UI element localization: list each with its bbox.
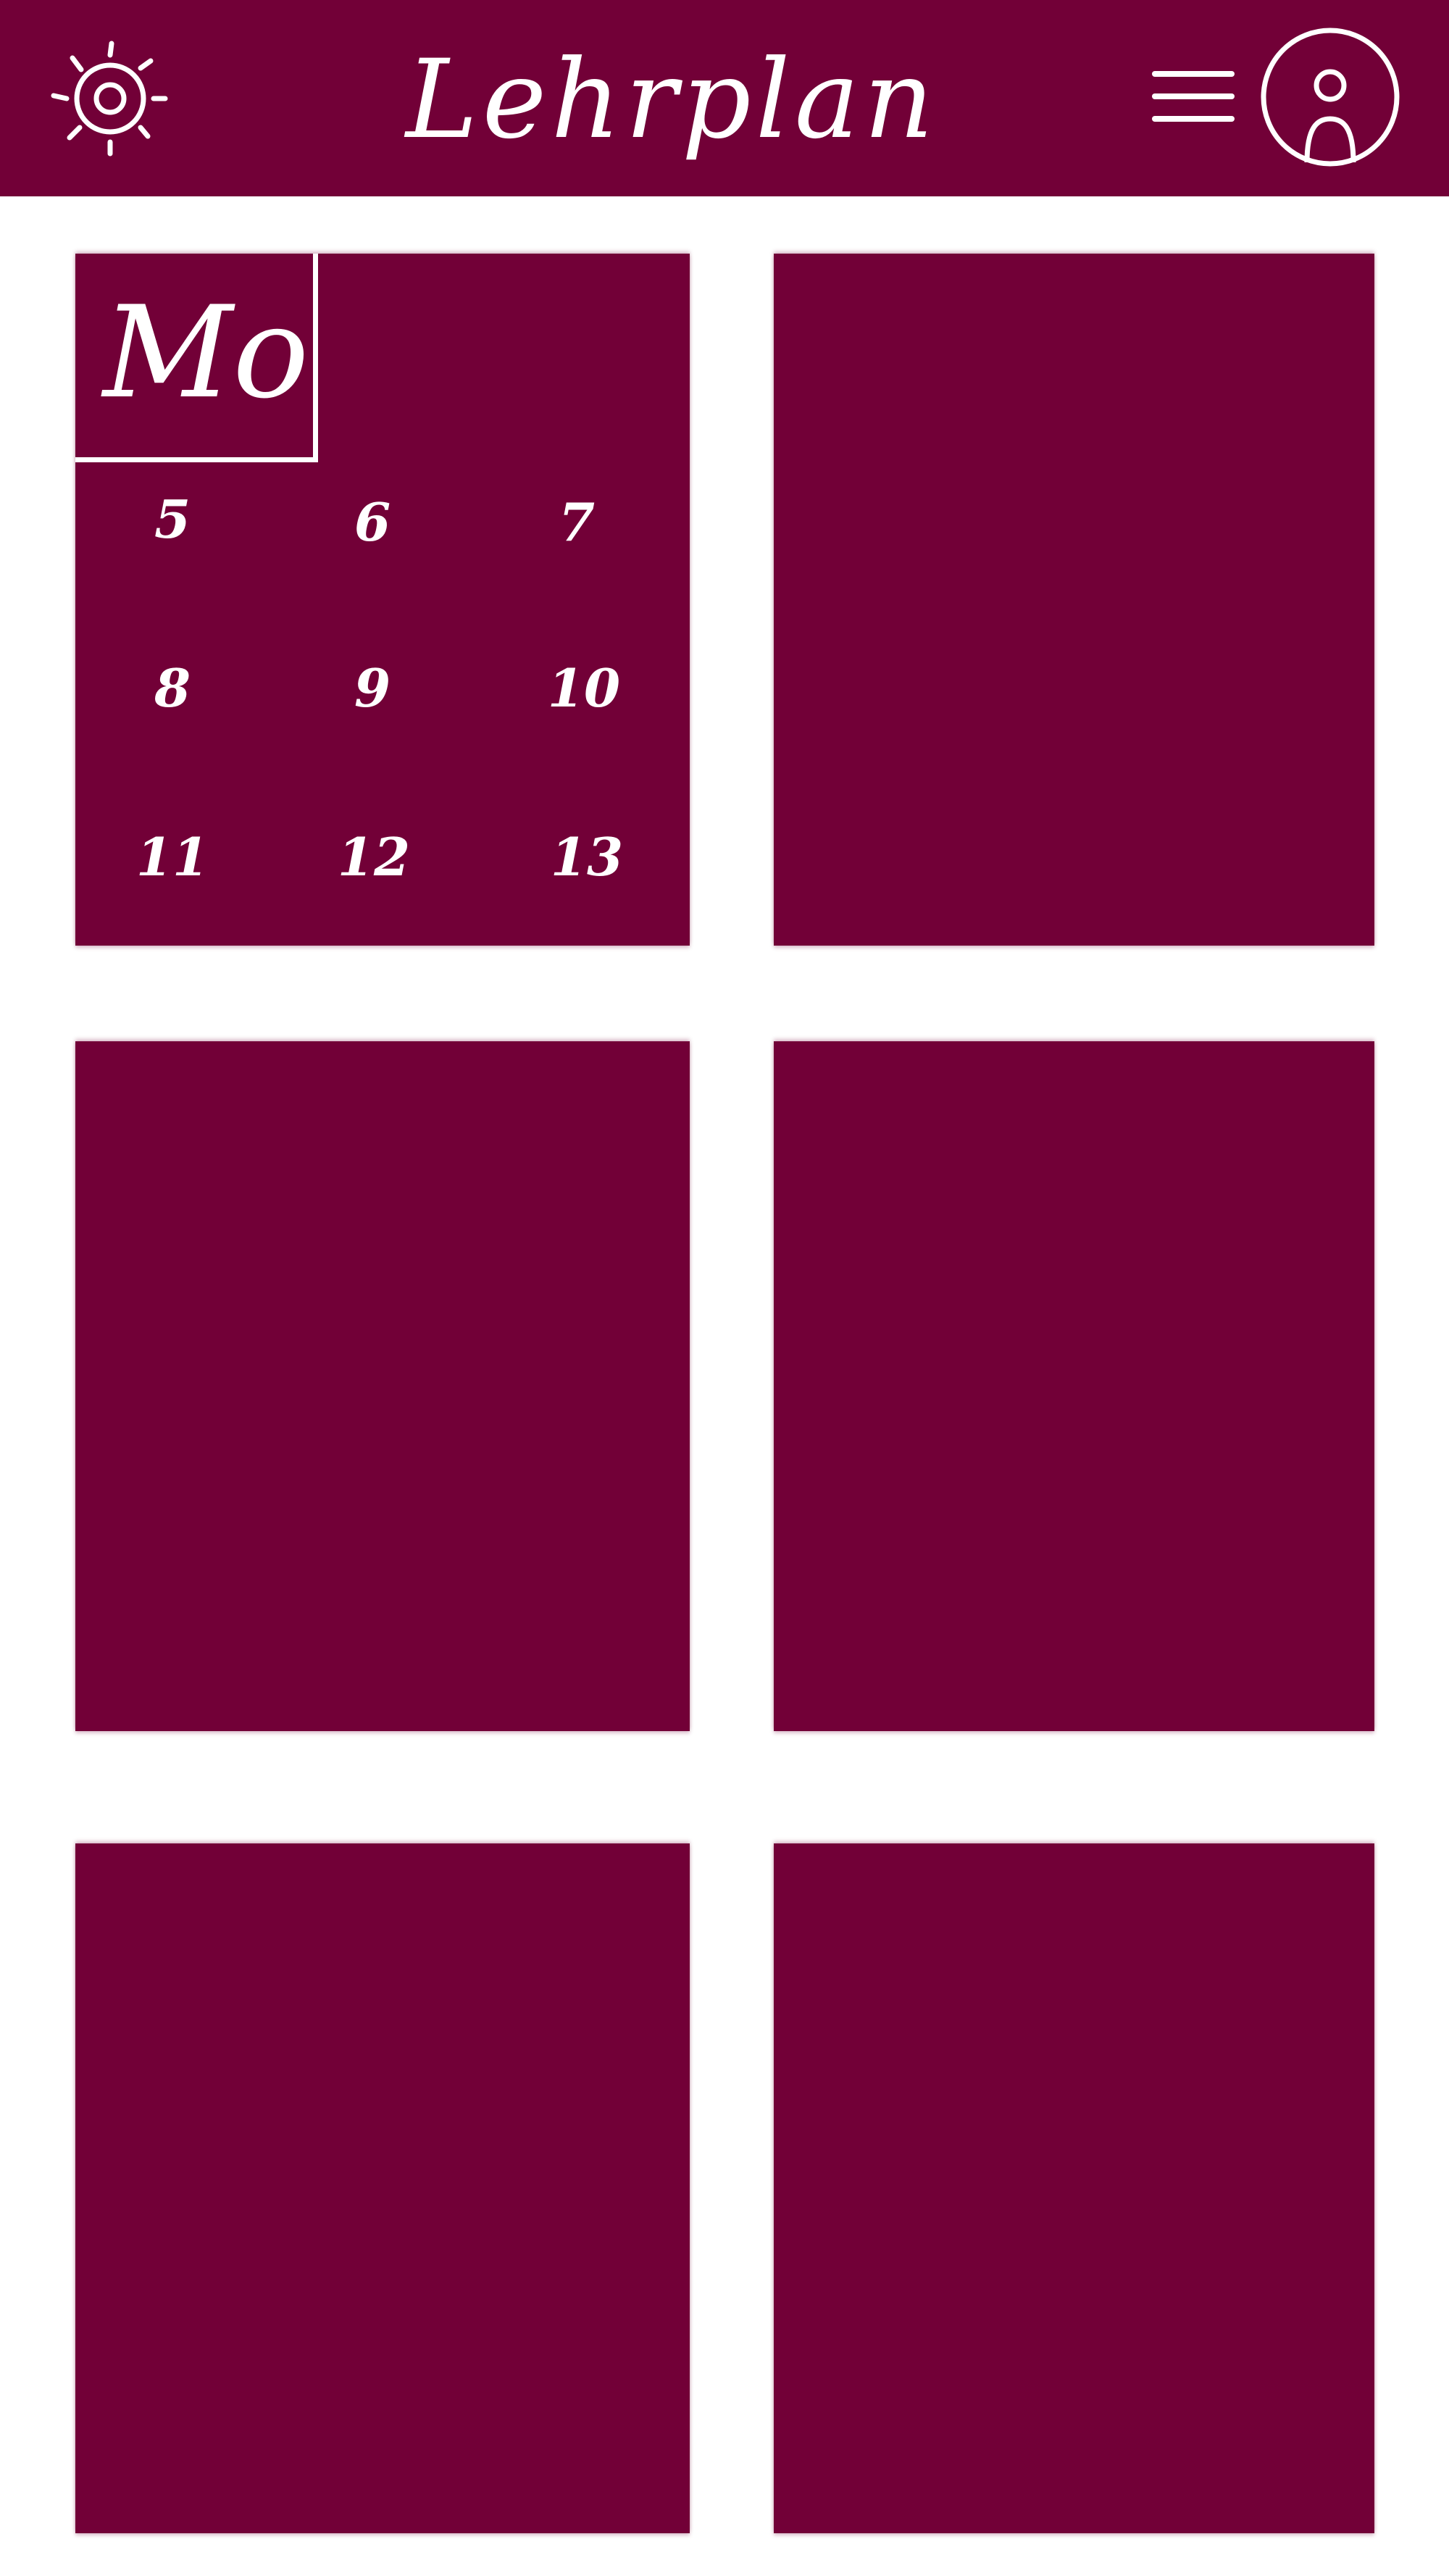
gear-icon	[51, 41, 168, 157]
lesson-number[interactable]: 8	[122, 656, 223, 721]
page-title: Lehrplan	[406, 37, 938, 163]
hamburger-menu-icon	[1152, 71, 1235, 122]
lesson-number[interactable]: 10	[533, 656, 635, 721]
day-tile-monday[interactable]: Mo 5 6 7 8 9 10 11 12 13	[75, 254, 690, 946]
settings-button[interactable]	[48, 38, 170, 159]
day-tile-3[interactable]	[75, 1041, 690, 1731]
lesson-number[interactable]: 12	[323, 825, 425, 890]
day-tile-6[interactable]	[774, 1843, 1374, 2533]
lesson-number[interactable]: 6	[322, 490, 423, 555]
lesson-number[interactable]: 5	[122, 487, 223, 552]
day-label: Mo	[103, 280, 309, 427]
lesson-number[interactable]: 11	[122, 825, 223, 890]
user-profile-icon	[1261, 28, 1400, 167]
day-label-box: Mo	[75, 254, 318, 462]
day-tile-5[interactable]	[75, 1843, 690, 2533]
menu-button[interactable]	[1151, 65, 1237, 130]
app-header: Lehrplan	[0, 0, 1449, 196]
lesson-number[interactable]: 9	[322, 656, 423, 721]
lesson-number[interactable]: 7	[526, 490, 627, 555]
lesson-number[interactable]: 13	[536, 825, 638, 890]
day-tile-4[interactable]	[774, 1041, 1374, 1731]
profile-button[interactable]	[1259, 26, 1401, 168]
day-tile-2[interactable]	[774, 254, 1374, 946]
app-root: Lehrplan Mo 5 6 7 8 9 10 11 12 13	[0, 0, 1449, 2576]
